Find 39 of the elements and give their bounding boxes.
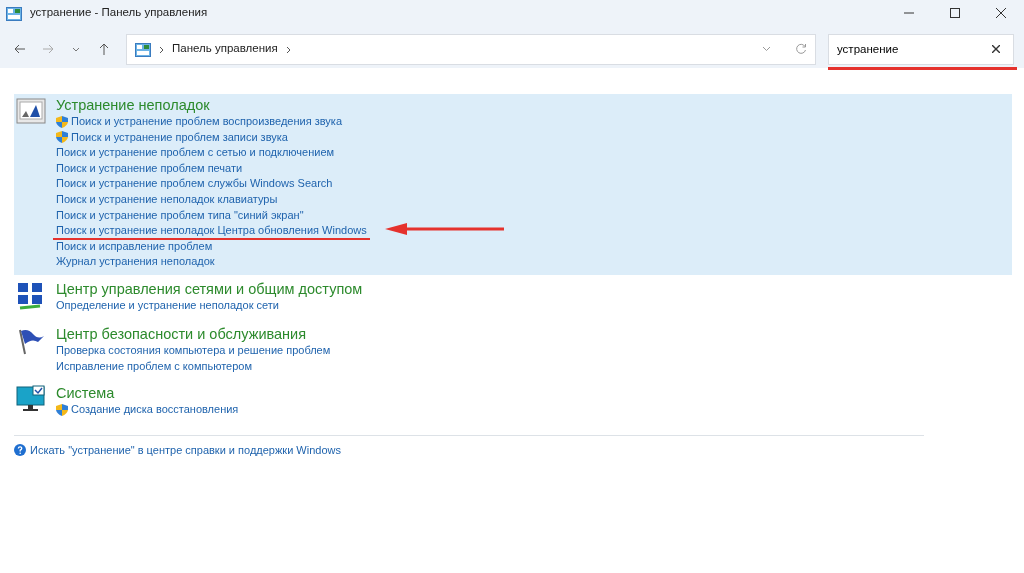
- task-link[interactable]: Проверка состояния компьютера и решение проблем: [56, 343, 331, 356]
- task-link[interactable]: Создание диска восстановления: [71, 403, 239, 416]
- monitor-tools-icon: [16, 97, 46, 125]
- close-icon: [996, 8, 1006, 18]
- window-title: устранение - Панель управления: [30, 5, 208, 21]
- task-link[interactable]: Журнал устранения неполадок: [56, 255, 215, 268]
- refresh-icon: [795, 43, 807, 55]
- task-link[interactable]: Поиск и устранение проблем записи звука: [71, 130, 288, 143]
- chevron-down-icon: [72, 46, 80, 52]
- category-link[interactable]: Центр безопасности и обслуживания: [56, 325, 307, 343]
- task-link[interactable]: Определение и устранение неполадок сети: [56, 298, 279, 311]
- maximize-icon: [950, 8, 960, 18]
- task-link[interactable]: Поиск и устранение неполадок Центра обновления Windows: [56, 224, 367, 237]
- task-link[interactable]: Поиск и устранение неполадок клавиатуры: [56, 192, 278, 205]
- task-link[interactable]: Поиск и устранение проблем с сетью и подключением: [56, 146, 335, 159]
- category-link[interactable]: Устранение неполадок: [56, 97, 210, 114]
- task-link[interactable]: Поиск и устранение проблем воспроизведения звука: [71, 115, 343, 127]
- control-panel-icon: [6, 6, 22, 21]
- help-link[interactable]: Искать "устранение" в центре справки и поддержки Windows: [30, 442, 341, 459]
- breadcrumb-item[interactable]: Панель управления: [172, 40, 278, 58]
- control-panel-icon: [135, 42, 151, 57]
- task-link[interactable]: Поиск и устранение проблем типа "синий экран": [56, 208, 304, 221]
- chevron-right-icon: [285, 45, 291, 54]
- forward-arrow-icon: [42, 44, 54, 54]
- task-link[interactable]: Поиск и устранение проблем печати: [56, 161, 243, 174]
- up-arrow-icon: [99, 43, 109, 55]
- help-icon: [14, 444, 26, 457]
- address-bar[interactable]: Панель управления: [126, 33, 816, 65]
- category-link[interactable]: Система: [56, 385, 115, 403]
- chevron-right-icon: [159, 45, 164, 54]
- clear-icon[interactable]: [992, 44, 1000, 53]
- task-link[interactable]: Исправление проблем с компьютером: [56, 359, 252, 372]
- task-link[interactable]: Поиск и устранение проблем службы Windows Search: [56, 177, 333, 190]
- computer-monitor-icon: [16, 385, 46, 414]
- back-arrow-icon: [14, 44, 26, 54]
- chevron-down-icon: [762, 46, 771, 52]
- search-field[interactable]: устранение: [828, 33, 1014, 65]
- task-link[interactable]: Поиск и исправление проблем: [56, 239, 213, 252]
- category-link[interactable]: Центр управления сетями и общим доступом: [56, 280, 363, 298]
